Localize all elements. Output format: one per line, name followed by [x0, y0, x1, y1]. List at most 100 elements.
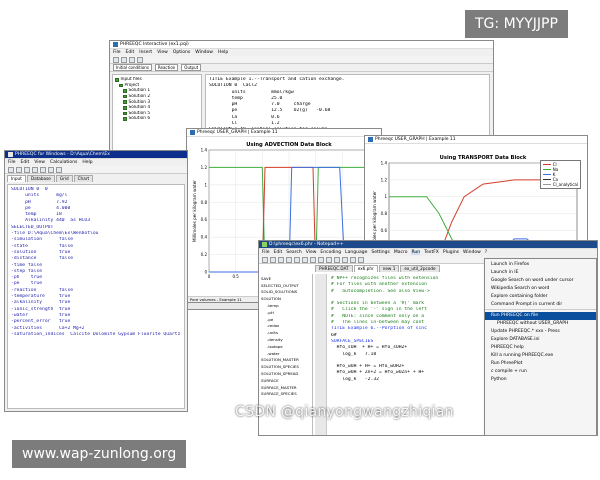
redo-icon[interactable]: [342, 256, 348, 263]
copy-icon[interactable]: [40, 166, 46, 173]
notepad-titlebar[interactable]: D:\phreeqc\ex6.phr - Notepad++: [259, 241, 597, 249]
initial-conditions-field[interactable]: Initial conditions: [113, 64, 152, 71]
copy-icon[interactable]: [318, 256, 324, 263]
menu-help[interactable]: Help: [82, 160, 92, 165]
tab-chart[interactable]: Chart: [73, 175, 94, 182]
run-menu-item[interactable]: Run PHREEQC on file: [485, 312, 596, 320]
keyword-tree-item[interactable]: -water: [261, 350, 310, 357]
menu-help[interactable]: ?: [485, 250, 487, 255]
run-menu-item[interactable]: Run PhreePlot: [485, 360, 596, 368]
tab-new-1[interactable]: new 1: [378, 265, 400, 272]
open-icon[interactable]: [270, 256, 276, 263]
run-menu-item[interactable]: PHREEQC help: [485, 344, 596, 352]
open-icon[interactable]: [16, 166, 22, 173]
undo-icon[interactable]: [334, 256, 340, 263]
new-icon[interactable]: [113, 56, 119, 63]
new-icon[interactable]: [8, 166, 14, 173]
transport-plot-titlebar[interactable]: Phreeqc USER_GRAPH | Example 11: [365, 136, 587, 144]
tab-database[interactable]: Database: [26, 175, 55, 182]
tab-ex6-phr[interactable]: ex6.phr: [353, 265, 378, 272]
tab-input[interactable]: Input: [7, 175, 26, 182]
cut-icon[interactable]: [310, 256, 316, 263]
menu-edit[interactable]: Edit: [21, 160, 30, 165]
menu-insert[interactable]: Insert: [139, 50, 152, 55]
keyword-tree-item[interactable]: SURFACE: [261, 377, 310, 384]
menu-calculations[interactable]: Calculations: [50, 160, 77, 165]
keyword-tree-item[interactable]: SURFACE_MASTER: [261, 384, 310, 391]
run-menu-item[interactable]: Explore DATABASE.ini: [485, 336, 596, 344]
save-icon[interactable]: [278, 256, 284, 263]
keyword-tree-item[interactable]: SOLUTION: [261, 295, 310, 302]
keyword-tree-item[interactable]: SOLID_SOLUTIONS: [261, 289, 310, 296]
run-menu-item[interactable]: Python: [485, 376, 596, 384]
menu-help[interactable]: Help: [218, 50, 228, 55]
keyword-tree-item[interactable]: SAVE: [261, 275, 310, 282]
run-menu-item[interactable]: Google Search on word under cursor: [485, 277, 596, 285]
advection-plot-titlebar[interactable]: Phreeqc USER_GRAPH | Example 11: [187, 129, 381, 137]
keyword-tree-item[interactable]: -pH: [261, 309, 310, 316]
zoom-icon[interactable]: [358, 256, 364, 263]
keyword-tree-item[interactable]: SOLUTION_SPREAD: [261, 370, 310, 377]
menu-edit[interactable]: Edit: [274, 250, 283, 255]
menu-run[interactable]: Run: [411, 250, 421, 255]
keyword-tree-item[interactable]: SELECTED_OUTPUT: [261, 282, 310, 289]
run-icon[interactable]: [137, 56, 143, 63]
menu-file[interactable]: File: [113, 50, 121, 55]
menu-file[interactable]: File: [262, 250, 270, 255]
run-menu-item[interactable]: PHREEQC without USER_GRAPH: [485, 320, 596, 328]
phreeqc-interactive-titlebar[interactable]: PHREEQC Interactive (ex1.pqi): [110, 41, 493, 49]
keyword-tree-item[interactable]: SURFACE_SPECIES: [261, 391, 310, 398]
tab-grid[interactable]: Grid: [55, 175, 73, 182]
close-icon[interactable]: [294, 256, 300, 263]
menu-options[interactable]: Options: [173, 50, 190, 55]
menu-plugins[interactable]: Plugins: [443, 250, 459, 255]
tab-phreeqc-dat[interactable]: PHREEQC.DAT: [315, 265, 353, 272]
keyword-tree-item[interactable]: SOLUTION_MASTER: [261, 357, 310, 364]
menu-view[interactable]: View: [157, 50, 168, 55]
menu-edit[interactable]: Edit: [126, 50, 135, 55]
save-all-icon[interactable]: [286, 256, 292, 263]
run-menu-item[interactable]: Update PHREEQC.* xxx - Press: [485, 328, 596, 336]
paste-icon[interactable]: [326, 256, 332, 263]
menu-macro[interactable]: Macro: [394, 250, 408, 255]
run-icon[interactable]: [56, 166, 62, 173]
menu-settings[interactable]: Settings: [371, 250, 389, 255]
keyword-tree-item[interactable]: -redox: [261, 323, 310, 330]
reaction-field[interactable]: Reaction: [154, 64, 179, 71]
find-icon[interactable]: [350, 256, 356, 263]
menu-textfx[interactable]: TextFX: [424, 250, 439, 255]
save-icon[interactable]: [24, 166, 30, 173]
new-icon[interactable]: [262, 256, 268, 263]
run-menu-item[interactable]: Explore containing folder: [485, 293, 596, 301]
menu-encoding[interactable]: Encoding: [320, 250, 341, 255]
menu-window[interactable]: Window: [195, 50, 213, 55]
run-menu-item[interactable]: c compile + run: [485, 368, 596, 376]
menu-window[interactable]: Window: [463, 250, 481, 255]
paste-icon[interactable]: [48, 166, 54, 173]
phreeqc-windows-titlebar[interactable]: PHREEQC for Windows - D:\Aqua\Chem\Ex: [5, 151, 187, 159]
print-icon[interactable]: [302, 256, 308, 263]
output-field[interactable]: Output: [181, 64, 202, 71]
save-icon[interactable]: [129, 56, 135, 63]
keyword-tree-item[interactable]: -units: [261, 329, 310, 336]
keyword-tree-item[interactable]: -isotope: [261, 343, 310, 350]
keyword-tree-item[interactable]: -density: [261, 336, 310, 343]
cut-icon[interactable]: [32, 166, 38, 173]
keyword-tree-item[interactable]: -temp: [261, 302, 310, 309]
menu-language[interactable]: Language: [345, 250, 367, 255]
tree-item-solution-6[interactable]: Solution 6: [115, 116, 199, 122]
menu-file[interactable]: File: [8, 160, 16, 165]
phreeqc-windows-editor[interactable]: SOLUTION 0 0 units mg/l pH 7.92 pe 4.000…: [7, 184, 185, 409]
open-icon[interactable]: [121, 56, 127, 63]
run-menu-item[interactable]: Command Prompt in current dir: [485, 301, 596, 309]
run-menu-item[interactable]: Launch in IE: [485, 269, 596, 277]
tab-ex-util[interactable]: ex_util_2pcode: [400, 265, 440, 272]
menu-search[interactable]: Search: [286, 250, 301, 255]
keyword-tree-item[interactable]: SOLUTION_SPECIES: [261, 363, 310, 370]
run-menu-item[interactable]: Wikipedia Search on word: [485, 285, 596, 293]
run-menu-item[interactable]: Kill a running PHREEQC.exe: [485, 352, 596, 360]
run-menu-item[interactable]: Launch in Firefox: [485, 261, 596, 269]
menu-view[interactable]: View: [306, 250, 317, 255]
keyword-tree-item[interactable]: -pe: [261, 316, 310, 323]
menu-view[interactable]: View: [34, 160, 45, 165]
